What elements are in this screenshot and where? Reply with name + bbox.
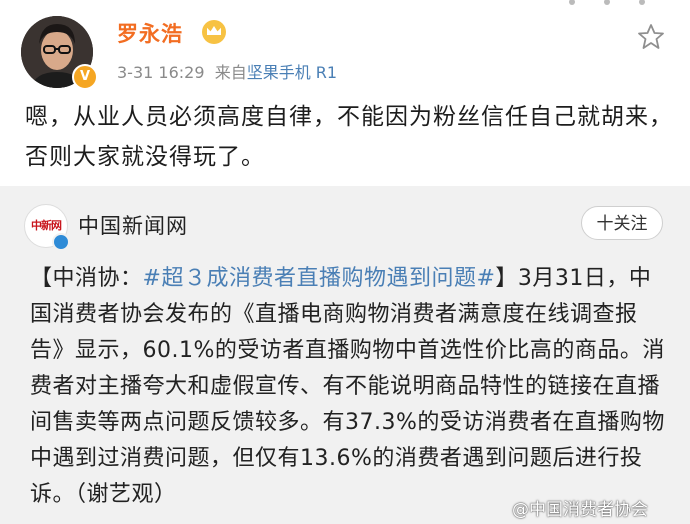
post-time: 3-31 16:29: [117, 63, 205, 82]
hashtag-link[interactable]: #超３成消费者直播购物遇到问题#: [143, 266, 496, 291]
verified-icon: [52, 233, 70, 251]
post-meta: 3-31 16:29 来自坚果手机 R1: [117, 59, 337, 83]
repost-text: 【中消协：#超３成消费者直播购物遇到问题#】3月31日，中国消费者协会发布的《直…: [30, 261, 670, 513]
vip-badge: V: [72, 64, 98, 90]
post-card: V 罗永浩 3-31 16:29 来自坚果手机 R1 嗯，从业人员必须高度自律，…: [0, 0, 690, 186]
repost-account-name[interactable]: 中国新闻网: [78, 210, 188, 240]
post-text: 嗯，从业人员必须高度自律，不能因为粉丝信任自己就胡来，否则大家就没得玩了。: [25, 104, 673, 170]
username[interactable]: 罗永浩: [117, 18, 183, 48]
chinanews-logo-icon: 中新网: [31, 219, 62, 232]
repost-card[interactable]: 中新网 中国新闻网 十关注 【中消协：#超３成消费者直播购物遇到问题#】3月31…: [0, 186, 690, 524]
source-device-link[interactable]: 坚果手机 R1: [247, 63, 337, 82]
source-prefix: 来自: [214, 63, 247, 82]
star-outline-icon[interactable]: [636, 22, 666, 52]
top-dots-decoration: [569, 0, 645, 5]
watermark: @中国消费者协会: [512, 500, 648, 520]
crown-icon[interactable]: [202, 20, 226, 44]
repost-text-body: 】3月31日，中国消费者协会发布的《直播电商购物消费者满意度在线调查报告》显示，…: [30, 266, 665, 507]
repost-text-prefix: 【中消协：: [30, 266, 143, 291]
follow-button[interactable]: 十关注: [581, 206, 663, 240]
